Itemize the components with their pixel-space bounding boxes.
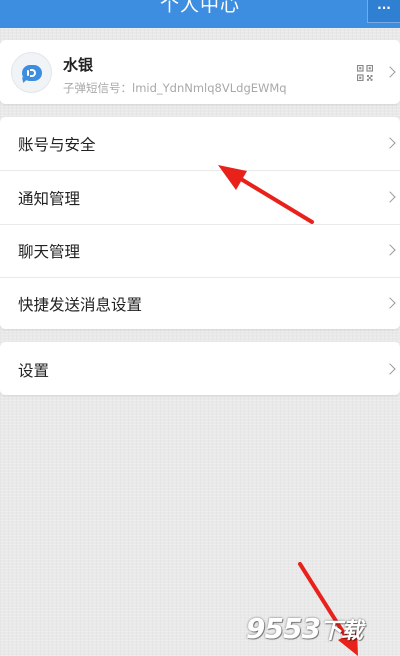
settings-label: 设置 (18, 362, 50, 380)
menu-item-account-security[interactable]: 账号与安全 (0, 117, 400, 170)
menu-item-label: 聊天管理 (18, 243, 81, 261)
profile-id: 子弹短信号：lmid_YdnNmlq8VLdgEWMq (63, 81, 287, 95)
chevron-right-icon (384, 363, 396, 375)
more-button[interactable]: ··· (367, 0, 400, 23)
title-bar: 个人中心 ··· (0, 0, 400, 28)
watermark-suffix: 下载 (319, 619, 363, 644)
menu-item-chat[interactable]: 聊天管理 (0, 224, 400, 277)
avatar[interactable] (11, 52, 52, 93)
chevron-right-icon (384, 137, 396, 149)
menu-item-quick-send[interactable]: 快捷发送消息设置 (0, 277, 400, 330)
avatar-bubble-arc (30, 69, 36, 77)
qr-code-icon[interactable] (357, 65, 373, 81)
settings-card[interactable]: 设置 (0, 342, 400, 395)
page-title: 个人中心 (159, 0, 240, 16)
chevron-right-icon (384, 66, 396, 78)
chevron-right-icon (384, 244, 396, 256)
chevron-right-icon (384, 191, 396, 203)
profile-card[interactable]: 水银 子弹短信号：lmid_YdnNmlq8VLdgEWMq (0, 40, 400, 104)
watermark-number: 9553 (246, 612, 321, 645)
avatar-bubble-tail (20, 77, 28, 84)
avatar-bubble-bar (27, 70, 29, 76)
profile-name: 水银 (63, 56, 94, 74)
more-icon: ··· (377, 1, 391, 15)
menu-item-label: 通知管理 (18, 190, 81, 208)
menu-card: 账号与安全 通知管理 聊天管理 快捷发送消息设置 (0, 117, 400, 329)
menu-item-notification[interactable]: 通知管理 (0, 171, 400, 224)
menu-item-label: 账号与安全 (18, 136, 96, 154)
menu-item-label: 快捷发送消息设置 (18, 296, 143, 314)
watermark-logo: 9553下载 (246, 612, 363, 645)
chevron-right-icon (384, 297, 396, 309)
